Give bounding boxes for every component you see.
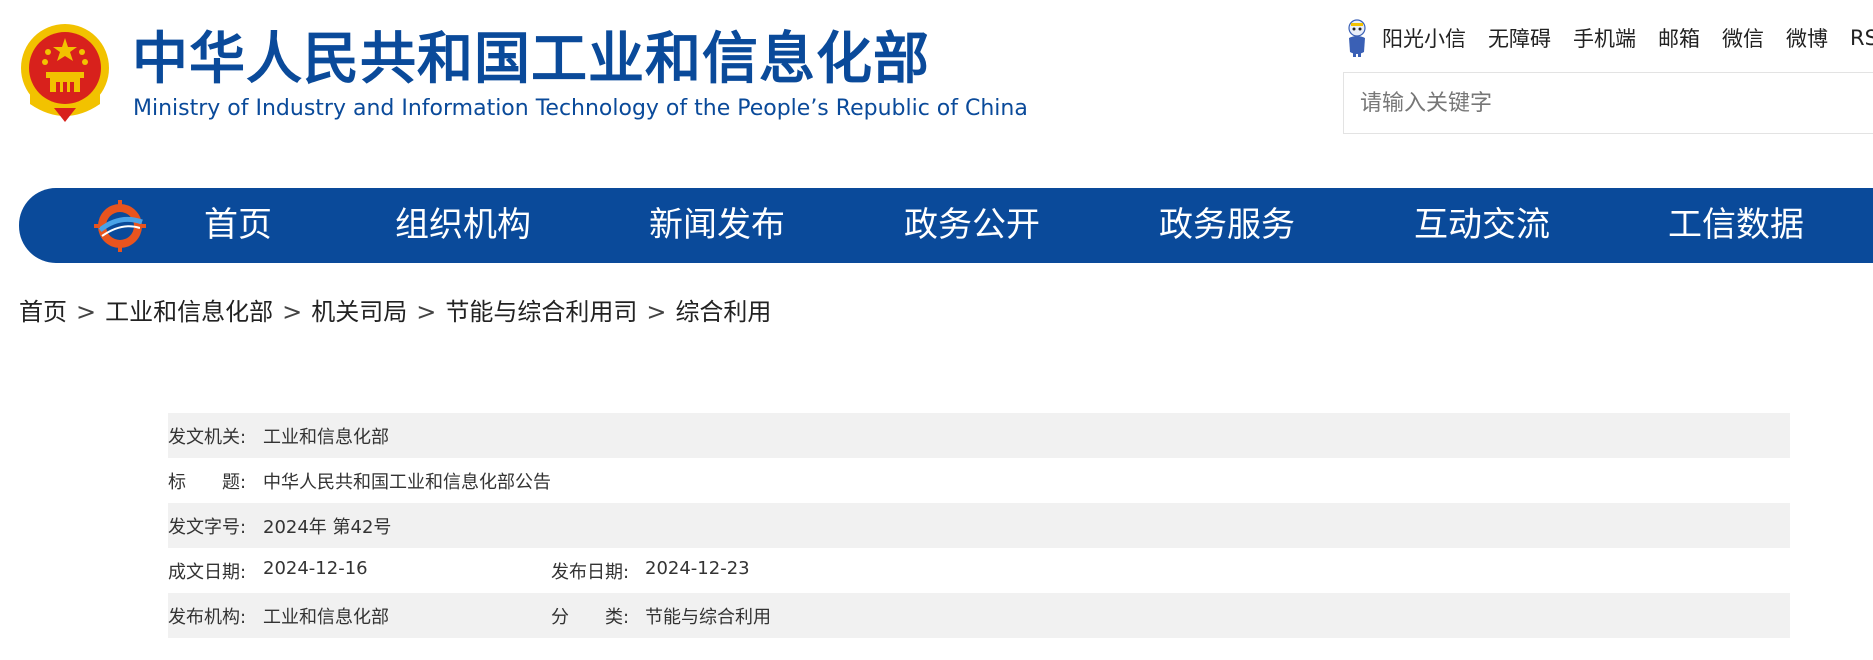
written-label: 成文日期: bbox=[168, 561, 247, 583]
toplink-wechat[interactable]: 微信 bbox=[1722, 23, 1764, 53]
breadcrumb-separator: > bbox=[282, 298, 303, 326]
title-label: 标 题: bbox=[168, 471, 247, 493]
docno-value: 2024年 第42号 bbox=[263, 516, 392, 538]
document-info-table: 发文机关: 工业和信息化部 标 题: 中华人民共和国工业和信息化部公告 发文字号… bbox=[168, 413, 1790, 638]
breadcrumb-ministry[interactable]: 工业和信息化部 bbox=[105, 298, 273, 326]
info-row-dates: 成文日期: 2024-12-16 发布日期: 2024-12-23 bbox=[168, 548, 1790, 593]
issuer-value: 工业和信息化部 bbox=[263, 426, 389, 448]
toplink-accessibility[interactable]: 无障碍 bbox=[1488, 23, 1551, 53]
search-box bbox=[1343, 72, 1873, 134]
breadcrumb-home[interactable]: 首页 bbox=[19, 298, 67, 326]
national-emblem-icon bbox=[21, 24, 109, 122]
org-label: 发布机构: bbox=[168, 606, 247, 628]
info-row-org: 发布机构: 工业和信息化部 分 类: 节能与综合利用 bbox=[168, 593, 1790, 638]
breadcrumb-separator: > bbox=[646, 298, 667, 326]
ministry-logo-icon bbox=[94, 200, 146, 252]
mascot-icon[interactable] bbox=[1344, 18, 1370, 58]
issuer-label: 发文机关: bbox=[168, 426, 247, 448]
category-label: 分 类: bbox=[551, 606, 630, 628]
nav-home[interactable]: 首页 bbox=[204, 188, 272, 263]
info-row-title: 标 题: 中华人民共和国工业和信息化部公告 bbox=[168, 458, 1790, 503]
nav-government-affairs[interactable]: 政务公开 bbox=[904, 188, 1040, 263]
toplink-weibo[interactable]: 微博 bbox=[1786, 23, 1828, 53]
category-cell: 分 类: 节能与综合利用 bbox=[551, 603, 771, 629]
published-date-cell: 发布日期: 2024-12-23 bbox=[551, 558, 750, 584]
info-row-issuer: 发文机关: 工业和信息化部 bbox=[168, 413, 1790, 458]
org-cell: 发布机构: 工业和信息化部 bbox=[168, 603, 551, 629]
breadcrumb: 首页 > 工业和信息化部 > 机关司局 > 节能与综合利用司 > 综合利用 bbox=[19, 292, 771, 327]
nav-news[interactable]: 新闻发布 bbox=[649, 188, 785, 263]
breadcrumb-separator: > bbox=[76, 298, 97, 326]
site-title-cn: 中华人民共和国工业和信息化部 bbox=[132, 27, 930, 92]
published-value: 2024-12-23 bbox=[645, 557, 750, 579]
info-row-docno: 发文字号: 2024年 第42号 bbox=[168, 503, 1790, 548]
written-date-cell: 成文日期: 2024-12-16 bbox=[168, 558, 551, 584]
main-nav: 首页 组织机构 新闻发布 政务公开 政务服务 互动交流 工信数据 bbox=[19, 188, 1873, 263]
top-links: 阳光小信 无障碍 手机端 邮箱 微信 微博 RS bbox=[1344, 18, 1873, 58]
nav-government-services[interactable]: 政务服务 bbox=[1159, 188, 1295, 263]
title-value: 中华人民共和国工业和信息化部公告 bbox=[263, 471, 551, 493]
written-value: 2024-12-16 bbox=[263, 557, 368, 579]
category-value: 节能与综合利用 bbox=[645, 606, 771, 628]
breadcrumb-current[interactable]: 综合利用 bbox=[675, 298, 771, 326]
docno-label: 发文字号: bbox=[168, 516, 247, 538]
toplink-rss[interactable]: RS bbox=[1850, 26, 1873, 50]
published-label: 发布日期: bbox=[551, 561, 630, 583]
toplink-sunshine[interactable]: 阳光小信 bbox=[1382, 23, 1466, 53]
toplink-mobile[interactable]: 手机端 bbox=[1573, 23, 1636, 53]
breadcrumb-separator: > bbox=[416, 298, 437, 326]
search-input[interactable] bbox=[1344, 73, 1873, 133]
breadcrumb-departments[interactable]: 机关司局 bbox=[311, 298, 407, 326]
nav-interaction[interactable]: 互动交流 bbox=[1414, 188, 1550, 263]
nav-organization[interactable]: 组织机构 bbox=[395, 188, 531, 263]
toplink-mail[interactable]: 邮箱 bbox=[1658, 23, 1700, 53]
site-title-en: Ministry of Industry and Information Tec… bbox=[133, 96, 1028, 121]
breadcrumb-energy-dept[interactable]: 节能与综合利用司 bbox=[445, 298, 637, 326]
org-value: 工业和信息化部 bbox=[263, 606, 389, 628]
nav-data[interactable]: 工信数据 bbox=[1668, 188, 1804, 263]
